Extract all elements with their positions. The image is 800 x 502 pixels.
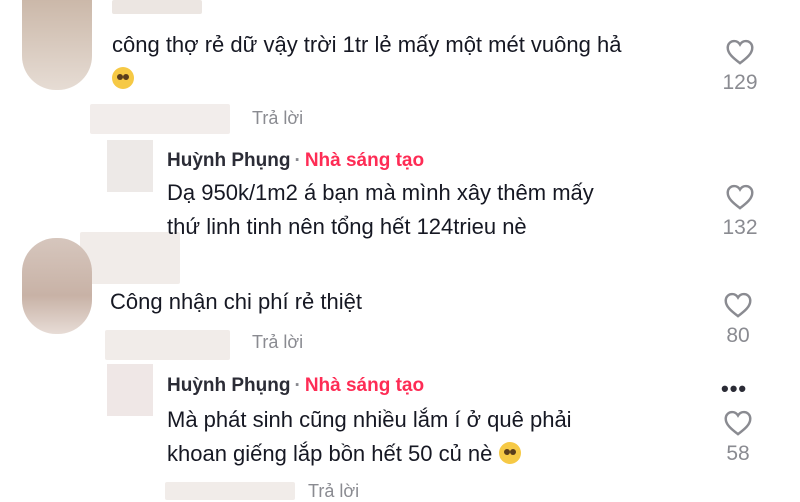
redacted-username bbox=[112, 0, 202, 14]
like-button[interactable]: 80 bbox=[708, 291, 768, 348]
comment-text-emoji bbox=[112, 62, 134, 96]
heart-icon bbox=[726, 184, 754, 210]
reply-button[interactable]: Trả lời bbox=[308, 481, 359, 502]
separator: · bbox=[294, 375, 301, 396]
avatar[interactable] bbox=[22, 238, 92, 334]
creator-badge: Nhà sáng tạo bbox=[304, 150, 425, 171]
separator: · bbox=[294, 150, 301, 171]
like-count: 132 bbox=[722, 216, 758, 239]
comment-text-line: khoan giếng lắp bồn hết 50 củ nè bbox=[167, 441, 493, 466]
avatar[interactable] bbox=[22, 0, 92, 90]
avatar[interactable] bbox=[107, 140, 153, 192]
heart-icon bbox=[724, 410, 752, 436]
pleading-face-icon bbox=[498, 442, 521, 464]
author-name[interactable]: Huỳnh Phụng bbox=[167, 150, 290, 171]
comment-author[interactable]: Huỳnh Phụng · Nhà sáng tạo bbox=[167, 375, 424, 397]
comment-text: công thợ rẻ dữ vậy trời 1tr lẻ mấy một m… bbox=[112, 32, 622, 57]
like-button[interactable]: 129 bbox=[710, 38, 770, 95]
reply-button[interactable]: Trả lời bbox=[252, 108, 303, 129]
like-count: 58 bbox=[726, 442, 750, 465]
reply-button[interactable]: Trả lời bbox=[252, 332, 303, 353]
like-button[interactable]: 58 bbox=[708, 409, 768, 466]
comment-text: Công nhận chi phí rẻ thiệt bbox=[110, 289, 362, 314]
avatar[interactable] bbox=[107, 364, 153, 416]
comment-text: khoan giếng lắp bồn hết 50 củ nè bbox=[167, 437, 521, 471]
heart-icon bbox=[726, 39, 754, 65]
heart-icon bbox=[724, 292, 752, 318]
comment-text: Mà phát sinh cũng nhiều lắm í ở quê phải bbox=[167, 407, 572, 432]
redacted-timestamp bbox=[105, 330, 230, 360]
like-count: 129 bbox=[722, 71, 758, 94]
more-options-button[interactable]: ••• bbox=[721, 376, 747, 402]
comment-text: thứ linh tinh nên tổng hết 124trieu nè bbox=[167, 214, 527, 239]
comment-text: Dạ 950k/1m2 á bạn mà mình xây thêm mấy bbox=[167, 180, 594, 205]
comment-author[interactable]: Huỳnh Phụng · Nhà sáng tạo bbox=[167, 150, 424, 172]
flushed-face-icon bbox=[112, 67, 134, 89]
like-button[interactable]: 132 bbox=[710, 183, 770, 240]
redacted-timestamp bbox=[165, 482, 295, 500]
redacted-timestamp bbox=[90, 104, 230, 134]
author-name[interactable]: Huỳnh Phụng bbox=[167, 375, 290, 396]
redacted-username bbox=[80, 232, 180, 284]
creator-badge: Nhà sáng tạo bbox=[304, 375, 425, 396]
like-count: 80 bbox=[726, 324, 750, 347]
